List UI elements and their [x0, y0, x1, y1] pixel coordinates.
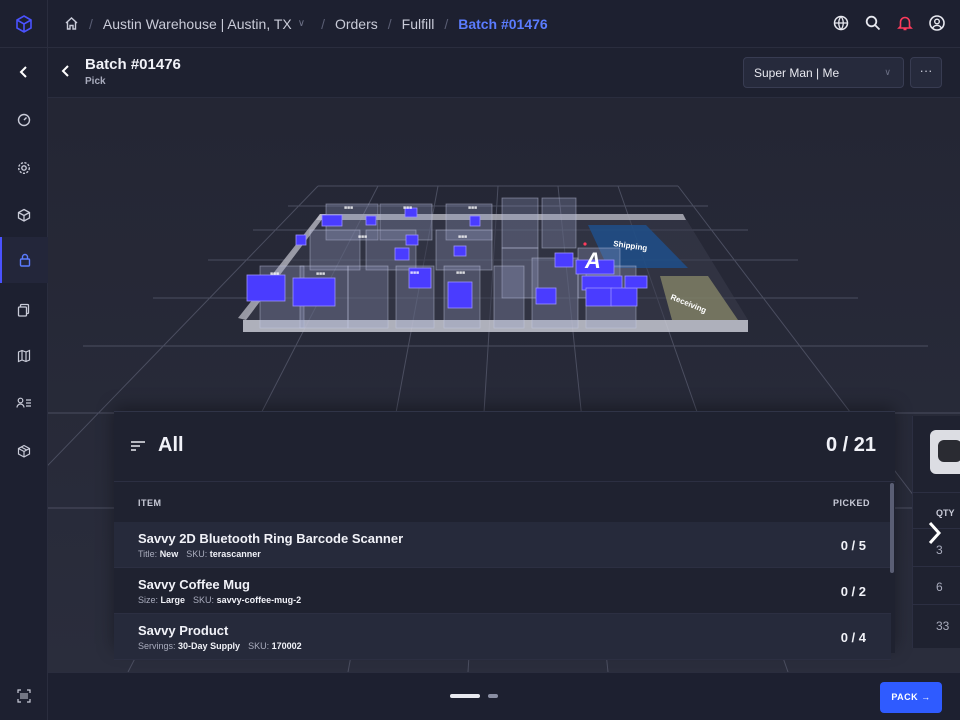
pick-location-marker: A: [585, 248, 601, 273]
breadcrumb-fulfill[interactable]: Fulfill: [402, 16, 435, 32]
breadcrumb-orders[interactable]: Orders: [335, 16, 378, 32]
svg-text:■■■: ■■■: [316, 271, 325, 277]
product-thumbnail: [930, 430, 960, 474]
meta-key: SKU:: [193, 595, 215, 605]
svg-text:■■■: ■■■: [456, 270, 465, 276]
item-meta: Servings: 30-Day Supply SKU: 170002: [138, 641, 302, 651]
assignee-select[interactable]: Super Man | Me ∨: [743, 57, 904, 88]
qty-column-header: QTY: [936, 508, 955, 518]
breadcrumb-separator: /: [89, 15, 93, 32]
pick-list-header: All 0 / 21: [114, 412, 895, 482]
item-name: Savvy 2D Bluetooth Ring Barcode Scanner: [138, 531, 404, 546]
documents-icon[interactable]: [0, 287, 48, 333]
top-actions: [832, 14, 946, 35]
app-root: / Austin Warehouse | Austin, TX ∨ / Orde…: [0, 0, 960, 720]
table-header: ITEM PICKED: [114, 482, 895, 522]
scanner-device-icon: [938, 440, 960, 462]
filter-sort-icon[interactable]: [130, 439, 146, 457]
search-icon[interactable]: [864, 14, 882, 35]
pick-list-panel: All 0 / 21 ITEM PICKED Savvy 2D Bluetoot…: [114, 411, 895, 660]
pack-button[interactable]: PACK →: [880, 682, 942, 713]
picked-count: 0 / 4: [840, 630, 866, 645]
column-header-item: ITEM: [138, 498, 162, 508]
meta-value: New: [159, 549, 179, 559]
breadcrumb-batch: Batch #01476: [458, 15, 548, 32]
back-arrow-icon[interactable]: [60, 64, 72, 83]
breadcrumb-location[interactable]: Austin Warehouse | Austin, TX ∨: [103, 16, 305, 32]
item-meta: Title: New SKU: terascanner: [138, 549, 261, 559]
users-list-icon[interactable]: [0, 380, 48, 426]
account-avatar-icon[interactable]: [928, 14, 946, 35]
svg-text:■■■: ■■■: [403, 205, 412, 211]
chevron-down-icon: ∨: [297, 18, 306, 29]
svg-text:■■■: ■■■: [344, 205, 353, 211]
chevron-down-icon: ∨: [884, 67, 891, 77]
meta-key: SKU:: [186, 549, 208, 559]
svg-text:■■■: ■■■: [410, 270, 419, 276]
meta-value: terascanner: [209, 549, 261, 559]
map-icon[interactable]: [0, 333, 48, 379]
breadcrumb-separator: /: [321, 15, 325, 32]
page-header: Batch #01476 Pick Super Man | Me ∨ ···: [48, 48, 960, 98]
picked-count: 0 / 2: [840, 584, 866, 599]
meta-key: SKU:: [248, 641, 270, 651]
bottom-bar: PACK →: [48, 672, 960, 720]
meta-value: Large: [160, 595, 186, 605]
globe-icon[interactable]: [832, 14, 850, 35]
meta-key: Size:: [138, 595, 159, 605]
item-meta: Size: Large SKU: savvy-coffee-mug-2: [138, 595, 301, 605]
more-options-button[interactable]: ···: [910, 57, 942, 88]
notification-bell-icon[interactable]: [896, 14, 914, 35]
breadcrumb-location-label: Austin Warehouse | Austin, TX: [102, 15, 292, 32]
meta-value: 170002: [271, 641, 302, 651]
divider: [913, 566, 960, 567]
page-dot-active[interactable]: [450, 694, 480, 698]
dashboard-icon[interactable]: [0, 97, 48, 143]
orders-lock-icon[interactable]: [0, 237, 48, 283]
breadcrumb: / Austin Warehouse | Austin, TX ∨ / Orde…: [48, 0, 960, 48]
left-rail: [0, 0, 48, 720]
svg-text:■■■: ■■■: [468, 205, 477, 211]
breadcrumb-separator: /: [444, 15, 449, 32]
home-icon[interactable]: [64, 16, 79, 31]
settings-gear-icon[interactable]: [0, 145, 48, 191]
divider: [913, 492, 960, 493]
pick-list-scrollbar[interactable]: [890, 483, 894, 573]
barcode-scan-icon[interactable]: [0, 680, 48, 712]
item-name: Savvy Product: [138, 623, 229, 638]
svg-text:■■■: ■■■: [270, 271, 279, 277]
meta-key: Servings:: [138, 641, 176, 651]
filter-label[interactable]: All: [158, 434, 184, 457]
packages-icon[interactable]: [0, 428, 48, 474]
breadcrumb-separator: /: [387, 15, 392, 32]
meta-value: 30-Day Supply: [178, 641, 241, 651]
qty-value: 6: [936, 580, 943, 594]
current-location-dot: [583, 242, 587, 246]
assignee-select-value: Super Man | Me: [754, 66, 840, 80]
page-indicator: [450, 694, 498, 698]
pick-progress-count: 0 / 21: [825, 434, 876, 456]
page-dot[interactable]: [488, 694, 498, 698]
picked-count: 0 / 5: [840, 538, 866, 553]
table-row[interactable]: Savvy 2D Bluetooth Ring Barcode Scanner …: [114, 522, 891, 568]
qty-value: 33: [936, 619, 950, 633]
table-row[interactable]: Savvy Product Servings: 30-Day Supply SKU…: [114, 614, 891, 660]
item-name: Savvy Coffee Mug: [138, 577, 250, 592]
svg-text:■■■: ■■■: [358, 234, 367, 240]
column-header-picked: PICKED: [832, 498, 870, 508]
meta-value: savvy-coffee-mug-2: [216, 595, 302, 605]
inventory-box-icon[interactable]: [0, 192, 48, 238]
chevron-right-icon[interactable]: [925, 520, 945, 551]
app-logo-icon[interactable]: [0, 0, 48, 48]
svg-text:■■■: ■■■: [458, 234, 467, 240]
page-subtitle: Pick: [85, 76, 106, 87]
page-title: Batch #01476: [85, 56, 181, 73]
divider: [913, 604, 960, 605]
meta-key: Title:: [138, 549, 158, 559]
collapse-back-icon[interactable]: [0, 48, 48, 96]
table-row[interactable]: Savvy Coffee Mug Size: Large SKU: savvy-c…: [114, 568, 891, 614]
